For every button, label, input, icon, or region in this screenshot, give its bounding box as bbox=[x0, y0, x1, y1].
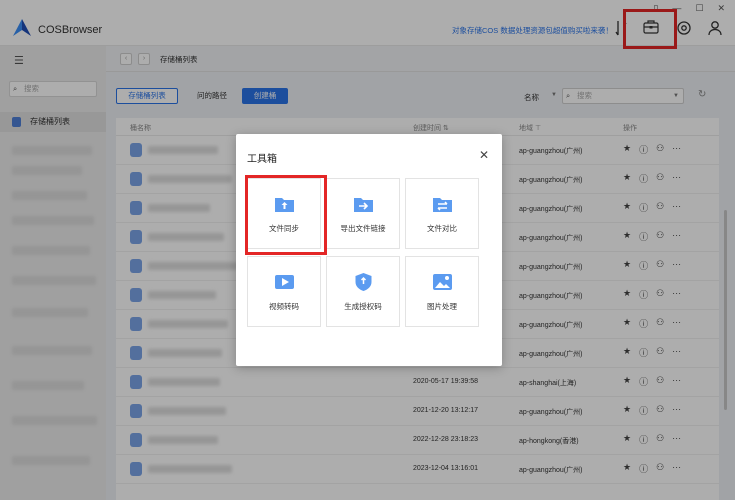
tool-video-transcode[interactable]: 视频转码 bbox=[247, 256, 321, 327]
tool-auth-code[interactable]: 生成授权码 bbox=[326, 256, 400, 327]
tool-image-process[interactable]: 图片处理 bbox=[405, 256, 479, 327]
highlight-file-sync-tile bbox=[245, 175, 327, 255]
image-edit-icon bbox=[433, 274, 452, 290]
dialog-title: 工具箱 bbox=[247, 154, 277, 165]
video-icon bbox=[275, 275, 294, 289]
tool-label: 导出文件链接 bbox=[340, 224, 386, 233]
shield-key-icon bbox=[355, 273, 372, 291]
tool-export-links[interactable]: 导出文件链接 bbox=[326, 178, 400, 249]
tool-label: 图片处理 bbox=[427, 302, 457, 311]
tool-label: 文件对比 bbox=[427, 224, 457, 233]
tool-file-compare[interactable]: 文件对比 bbox=[405, 178, 479, 249]
compare-icon bbox=[433, 198, 452, 212]
tool-label: 视频转码 bbox=[269, 302, 299, 311]
folder-export-icon bbox=[354, 198, 373, 212]
close-icon[interactable]: ✕ bbox=[479, 148, 489, 162]
tool-label: 生成授权码 bbox=[344, 302, 382, 311]
